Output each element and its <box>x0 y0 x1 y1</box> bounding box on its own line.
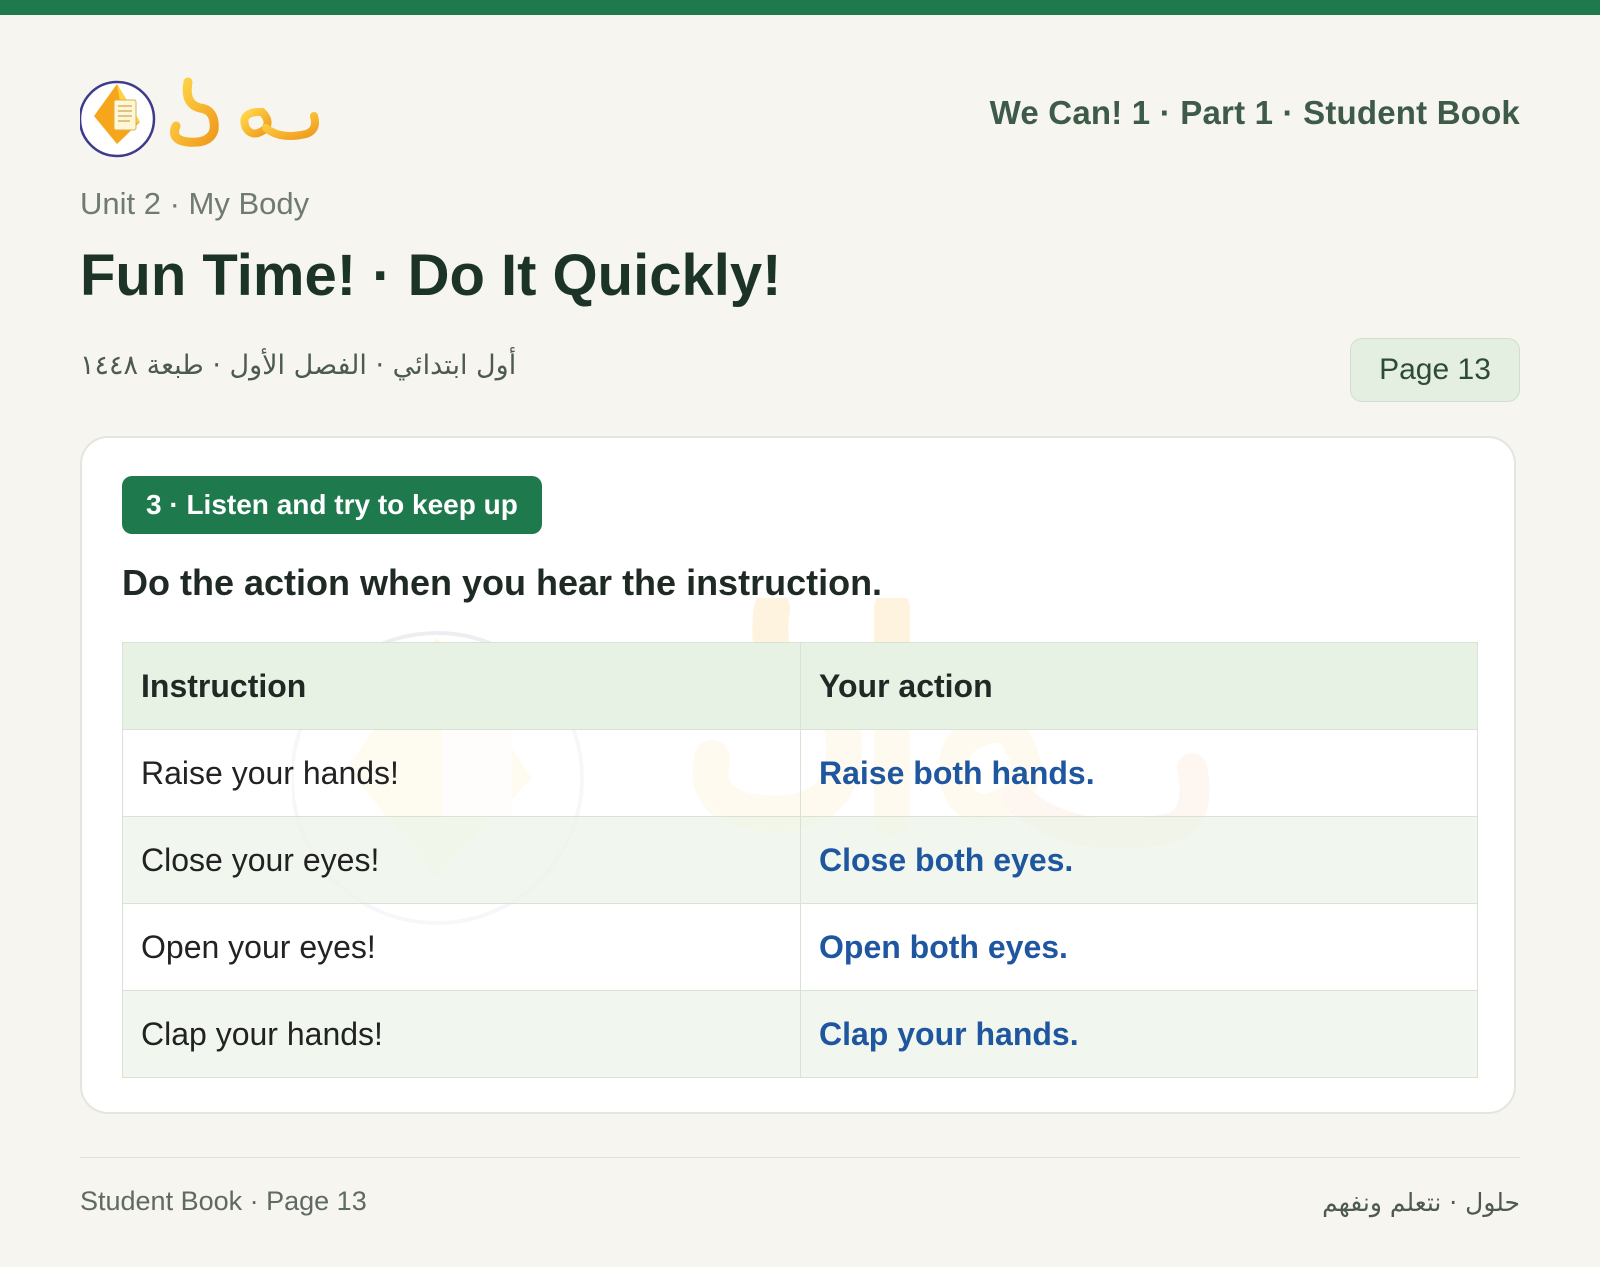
instruction-cell: Close your eyes! <box>122 816 801 904</box>
exercise-card: 3 · Listen and try to keep up Do the act… <box>80 436 1516 1114</box>
table-row: Open your eyes! Open both eyes. <box>122 903 1478 991</box>
action-cell: Open both eyes. <box>800 903 1478 991</box>
footer-brand-tagline: حلول · نتعلم ونفهم <box>1322 1188 1520 1217</box>
action-cell: Close both eyes. <box>800 816 1478 904</box>
column-header-instruction: Instruction <box>122 642 801 730</box>
arabic-subtitle: أول ابتدائي · الفصل الأول · طبعة ١٤٤٨ <box>80 350 517 381</box>
action-cell: Raise both hands. <box>800 729 1478 817</box>
unit-label: Unit 2 · My Body <box>80 186 310 221</box>
actions-table: Instruction Your action Raise your hands… <box>122 642 1478 1078</box>
table-row: Clap your hands! Clap your hands. <box>122 990 1478 1078</box>
instruction-cell: Raise your hands! <box>122 729 801 817</box>
table-row: Close your eyes! Close both eyes. <box>122 816 1478 904</box>
table-header-row: Instruction Your action <box>122 642 1478 730</box>
column-header-action: Your action <box>800 642 1478 730</box>
instruction-cell: Clap your hands! <box>122 990 801 1078</box>
table-row: Raise your hands! Raise both hands. <box>122 729 1478 817</box>
book-logo-icon <box>78 77 319 158</box>
footer-page-label: Student Book · Page 13 <box>80 1186 367 1216</box>
action-cell: Clap your hands. <box>800 990 1478 1078</box>
instruction-cell: Open your eyes! <box>122 903 801 991</box>
footer-divider <box>80 1157 1520 1158</box>
exercise-instruction: Do the action when you hear the instruct… <box>122 562 883 603</box>
page-title: Fun Time! · Do It Quickly! <box>80 243 782 308</box>
top-accent-bar <box>0 0 1600 15</box>
book-title: We Can! 1 · Part 1 · Student Book <box>989 94 1520 131</box>
exercise-tag: 3 · Listen and try to keep up <box>122 476 542 534</box>
hulul-logo[interactable] <box>78 64 330 164</box>
page-badge: Page 13 <box>1350 338 1520 402</box>
